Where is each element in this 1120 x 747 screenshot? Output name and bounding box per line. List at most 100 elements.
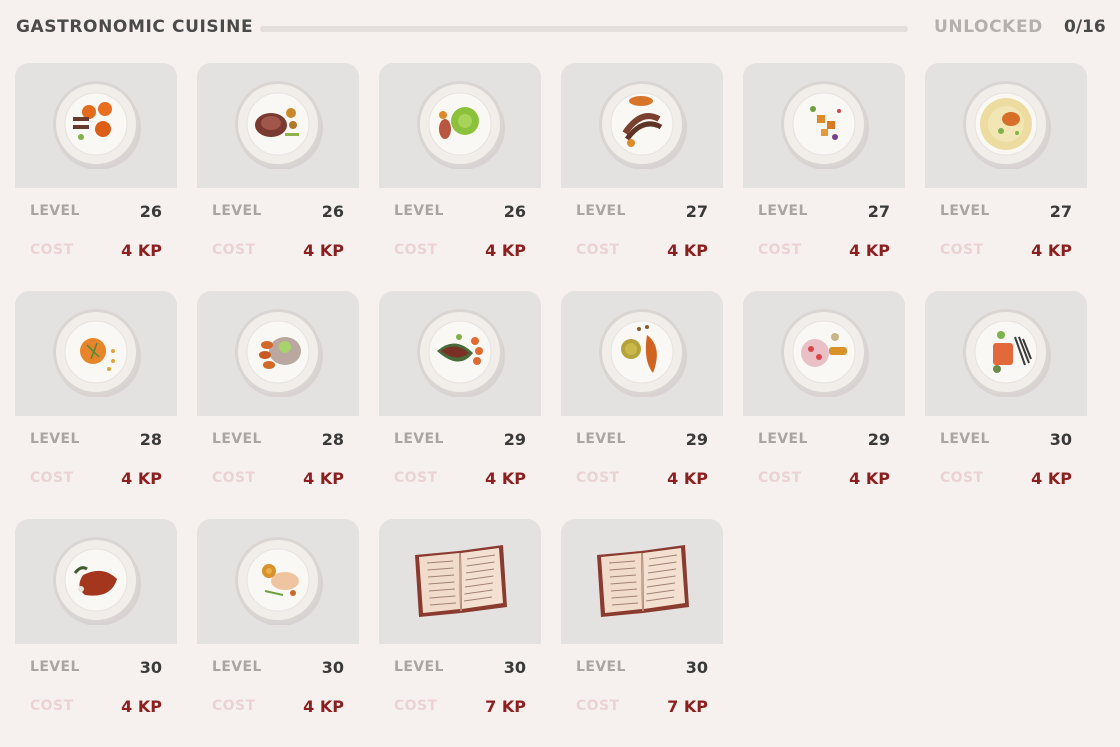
cost-label: COST — [394, 242, 438, 258]
cost-label: COST — [30, 470, 74, 486]
level-row: LEVEL 28 — [212, 429, 344, 449]
cost-label: COST — [212, 698, 256, 714]
plate-roast-chicken-icon — [597, 307, 687, 397]
cost-label: COST — [940, 242, 984, 258]
cost-row: COST 4 KP — [576, 468, 708, 488]
plate-orange-croquettes-icon — [51, 79, 141, 169]
cost-label: COST — [576, 698, 620, 714]
recipe-thumbnail — [561, 519, 723, 644]
cost-label: COST — [576, 470, 620, 486]
cost-value: 4 KP — [121, 240, 162, 260]
recipe-card[interactable]: LEVEL 27 COST 4 KP — [743, 63, 905, 291]
recipe-card[interactable]: LEVEL 30 COST 7 KP — [379, 519, 541, 747]
cost-row: COST 4 KP — [212, 468, 344, 488]
level-value: 26 — [139, 201, 162, 221]
level-label: LEVEL — [30, 431, 80, 447]
cost-row: COST 4 KP — [758, 468, 890, 488]
recipe-thumbnail — [561, 291, 723, 416]
recipe-grid: LEVEL 26 COST 4 KP LEVEL 26 COST 4 KP LEVEL 26 COS… — [15, 63, 1087, 747]
recipe-card[interactable]: LEVEL 30 COST 4 KP — [925, 291, 1087, 519]
cost-value: 4 KP — [849, 240, 890, 260]
level-label: LEVEL — [212, 431, 262, 447]
recipe-thumbnail — [379, 63, 541, 188]
plate-small-bites-icon — [779, 79, 869, 169]
recipe-card[interactable]: LEVEL 28 COST 4 KP — [197, 291, 359, 519]
cost-label: COST — [30, 242, 74, 258]
recipe-card[interactable]: LEVEL 26 COST 4 KP — [379, 63, 541, 291]
level-value: 27 — [685, 201, 708, 221]
cost-value: 7 KP — [485, 696, 526, 716]
plate-fish-fillet-icon — [233, 535, 323, 625]
cost-label: COST — [30, 698, 74, 714]
cost-value: 7 KP — [667, 696, 708, 716]
recipe-thumbnail — [379, 519, 541, 644]
recipe-card[interactable]: LEVEL 27 COST 4 KP — [925, 63, 1087, 291]
cost-label: COST — [576, 242, 620, 258]
plate-glazed-meat-icon — [51, 535, 141, 625]
cost-value: 4 KP — [303, 696, 344, 716]
recipe-card[interactable]: LEVEL 29 COST 4 KP — [743, 291, 905, 519]
recipe-card[interactable]: LEVEL 30 COST 7 KP — [561, 519, 723, 747]
level-value: 30 — [1049, 429, 1072, 449]
header: GASTRONOMIC CUISINE UNLOCKED 0/16 — [16, 14, 1108, 42]
recipe-card[interactable]: LEVEL 27 COST 4 KP — [561, 63, 723, 291]
cost-label: COST — [212, 470, 256, 486]
recipe-card[interactable]: LEVEL 29 COST 4 KP — [561, 291, 723, 519]
cost-label: COST — [212, 242, 256, 258]
level-row: LEVEL 26 — [394, 201, 526, 221]
cost-label: COST — [394, 470, 438, 486]
cost-row: COST 4 KP — [576, 240, 708, 260]
cost-value: 4 KP — [121, 696, 162, 716]
recipe-card[interactable]: LEVEL 26 COST 4 KP — [15, 63, 177, 291]
recipe-thumbnail — [197, 63, 359, 188]
plate-sliced-meat-icon — [233, 79, 323, 169]
level-value: 30 — [685, 657, 708, 677]
recipe-book-icon — [409, 541, 511, 621]
recipe-card[interactable]: LEVEL 26 COST 4 KP — [197, 63, 359, 291]
recipe-card[interactable]: LEVEL 30 COST 4 KP — [197, 519, 359, 747]
cost-value: 4 KP — [667, 240, 708, 260]
recipe-thumbnail — [379, 291, 541, 416]
plate-carrot-salad-icon — [233, 307, 323, 397]
cost-label: COST — [940, 470, 984, 486]
recipe-card[interactable]: LEVEL 30 COST 4 KP — [15, 519, 177, 747]
level-label: LEVEL — [30, 659, 80, 675]
level-label: LEVEL — [394, 431, 444, 447]
level-row: LEVEL 29 — [758, 429, 890, 449]
recipe-thumbnail — [15, 63, 177, 188]
plate-creamy-soup-icon — [961, 79, 1051, 169]
level-label: LEVEL — [212, 659, 262, 675]
level-value: 28 — [139, 429, 162, 449]
level-label: LEVEL — [758, 203, 808, 219]
level-value: 29 — [503, 429, 526, 449]
cost-row: COST 4 KP — [758, 240, 890, 260]
level-value: 26 — [321, 201, 344, 221]
level-row: LEVEL 30 — [212, 657, 344, 677]
level-value: 26 — [503, 201, 526, 221]
unlocked-label: UNLOCKED — [934, 17, 1043, 37]
level-row: LEVEL 29 — [394, 429, 526, 449]
level-row: LEVEL 29 — [576, 429, 708, 449]
plate-steak-icon — [415, 307, 505, 397]
level-label: LEVEL — [576, 659, 626, 675]
level-row: LEVEL 27 — [940, 201, 1072, 221]
recipe-card[interactable]: LEVEL 28 COST 4 KP — [15, 291, 177, 519]
level-value: 30 — [503, 657, 526, 677]
level-label: LEVEL — [758, 431, 808, 447]
level-row: LEVEL 30 — [576, 657, 708, 677]
level-label: LEVEL — [394, 203, 444, 219]
recipe-card[interactable]: LEVEL 29 COST 4 KP — [379, 291, 541, 519]
level-label: LEVEL — [30, 203, 80, 219]
cost-value: 4 KP — [1031, 468, 1072, 488]
cost-row: COST 7 KP — [576, 696, 708, 716]
plate-green-puree-icon — [415, 79, 505, 169]
cost-row: COST 4 KP — [30, 468, 162, 488]
cost-value: 4 KP — [1031, 240, 1072, 260]
level-value: 29 — [685, 429, 708, 449]
page-title: GASTRONOMIC CUISINE — [16, 17, 254, 37]
cost-value: 4 KP — [849, 468, 890, 488]
cost-row: COST 4 KP — [212, 696, 344, 716]
level-label: LEVEL — [394, 659, 444, 675]
cost-value: 4 KP — [667, 468, 708, 488]
level-row: LEVEL 26 — [212, 201, 344, 221]
